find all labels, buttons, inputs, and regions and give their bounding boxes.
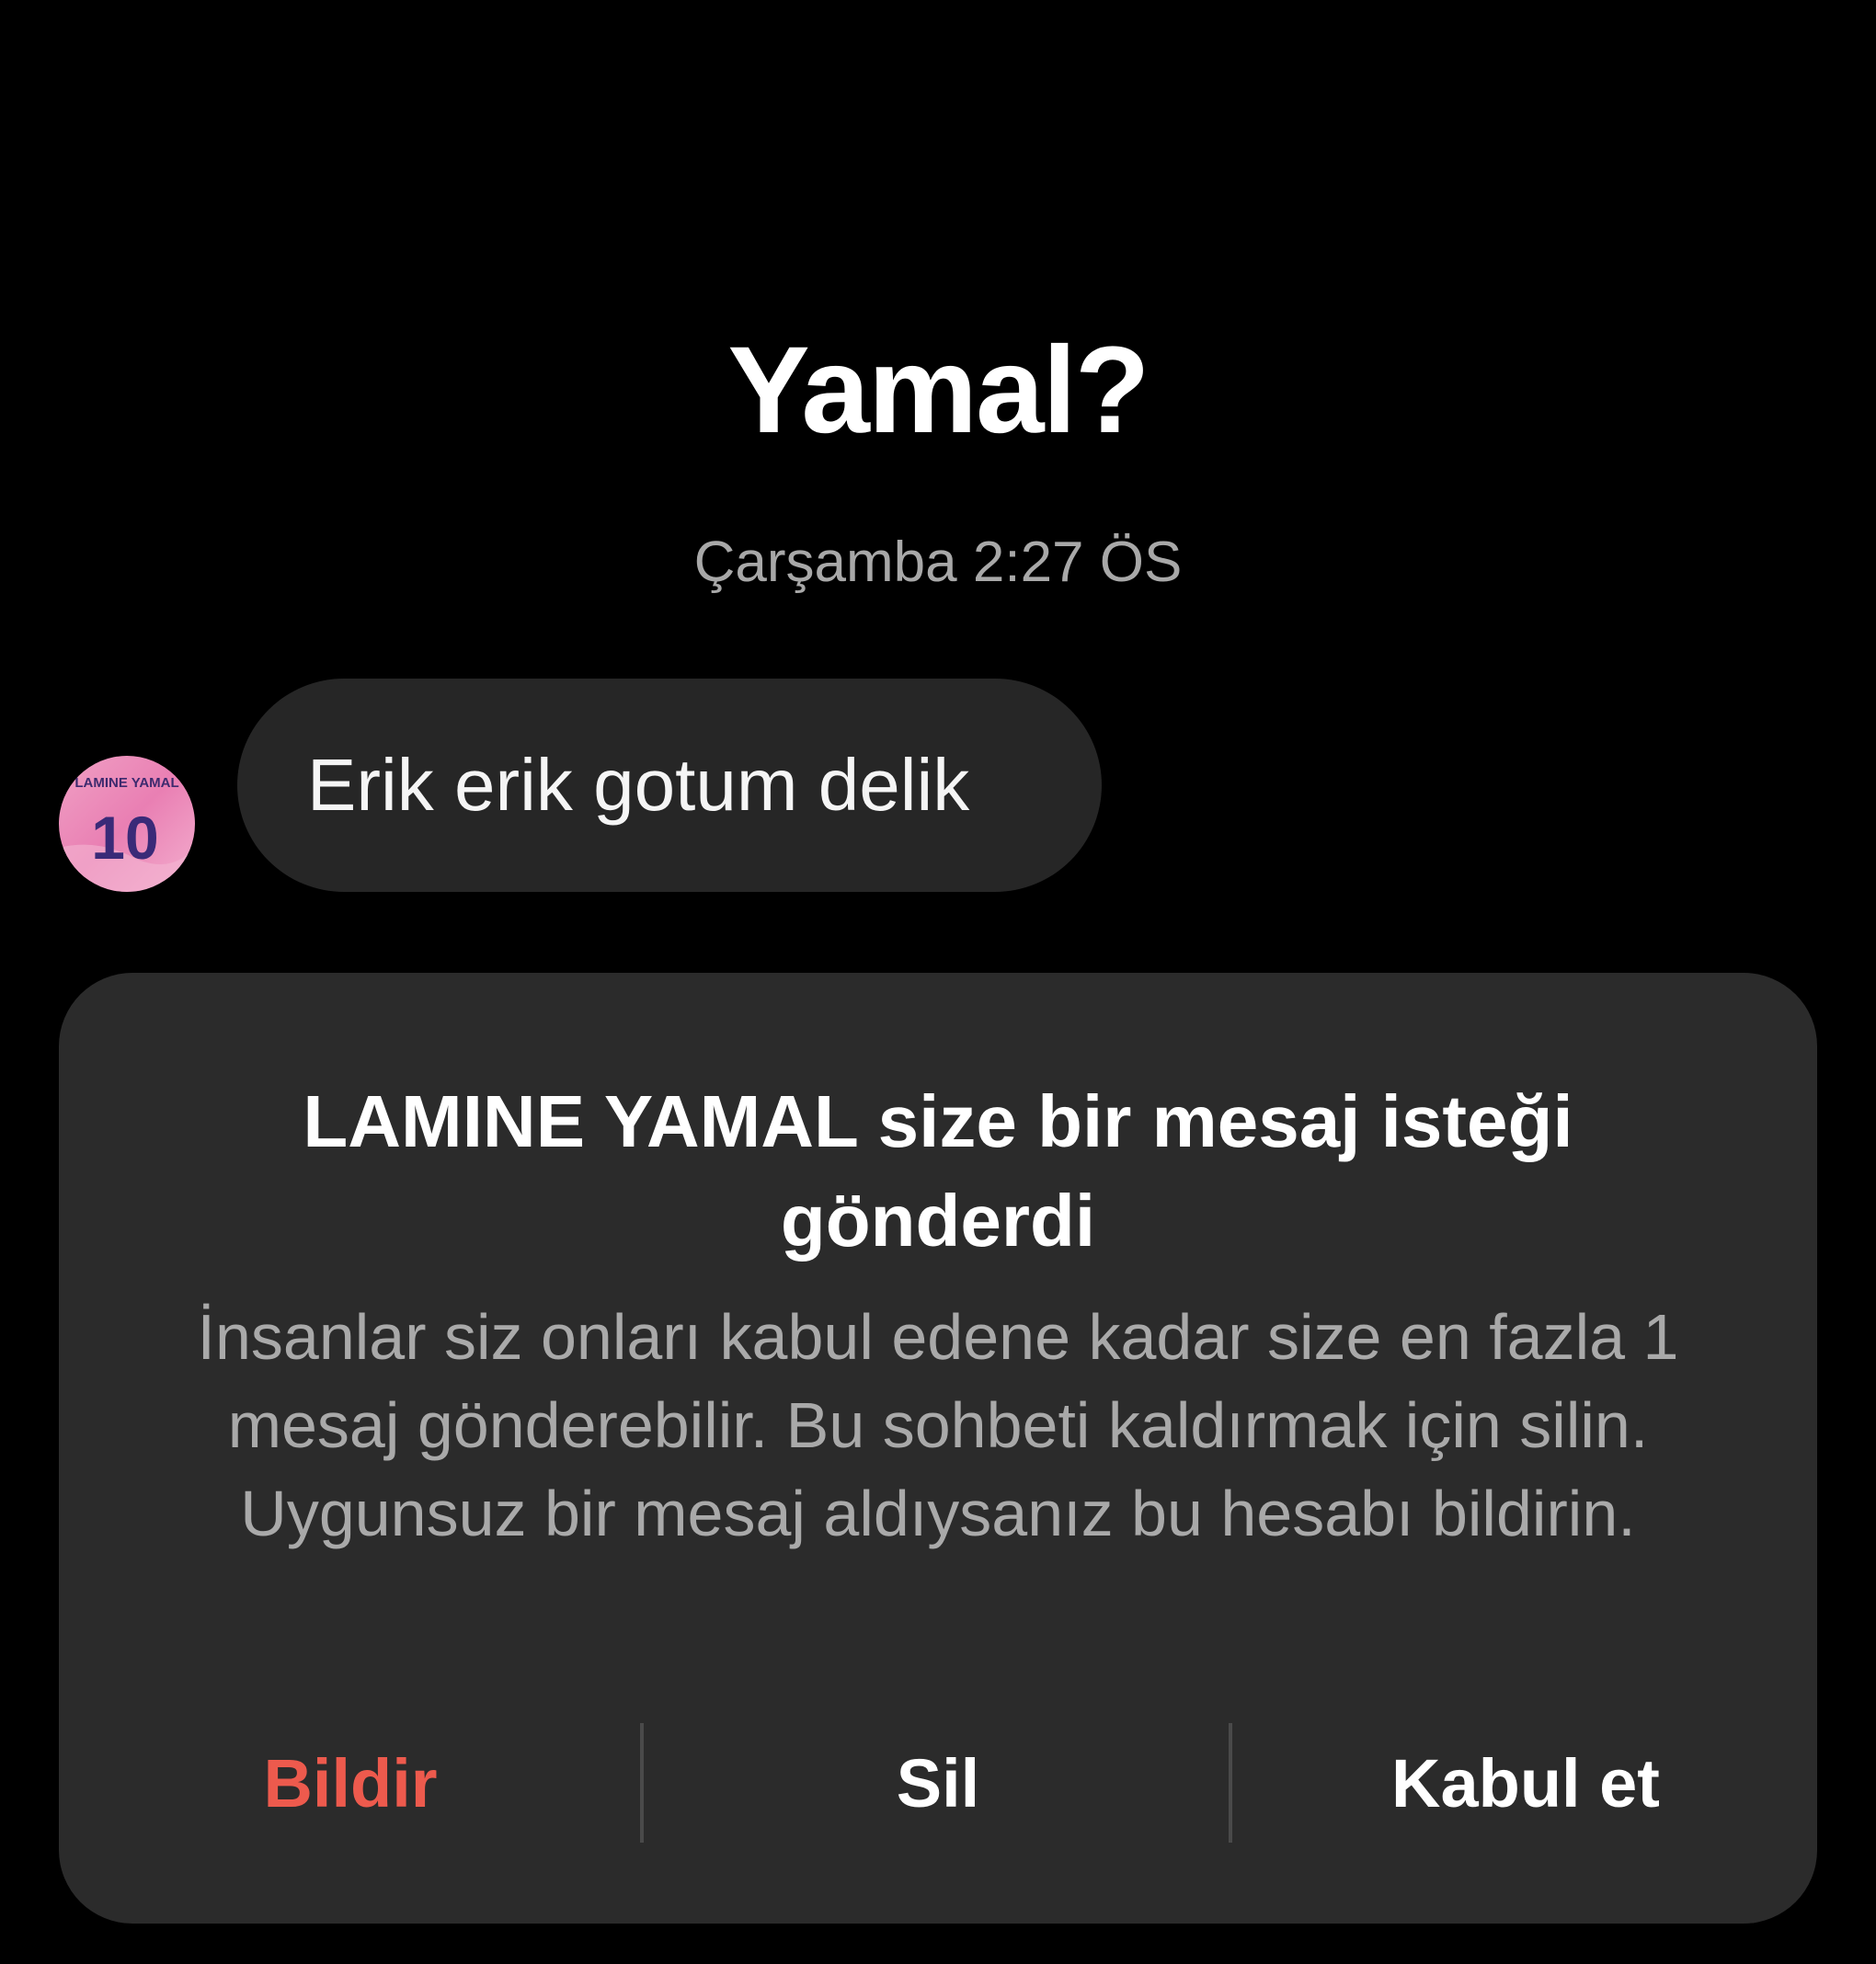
message-request-card: LAMINE YAMAL size bir mesaj isteği gönde… xyxy=(59,973,1817,1924)
action-divider xyxy=(1229,1723,1232,1843)
avatar-number: 10 xyxy=(91,804,158,872)
sender-avatar[interactable]: LAMINE YAMAL 10 xyxy=(59,756,195,892)
delete-button[interactable]: Sil xyxy=(644,1723,1232,1843)
big-message-text: Yamal? xyxy=(727,322,1150,459)
jersey-avatar-image: LAMINE YAMAL 10 xyxy=(59,756,195,892)
accept-button[interactable]: Kabul et xyxy=(1234,1723,1817,1843)
avatar-label: LAMINE YAMAL xyxy=(74,775,178,791)
message-bubble[interactable]: Erik erik gotum delik xyxy=(237,679,1102,892)
request-actions: Bildir Sil Kabul et xyxy=(59,1723,1817,1843)
request-description: İnsanlar siz onları kabul edene kadar si… xyxy=(197,1301,1679,1549)
message-timestamp: Çarşamba 2:27 ÖS xyxy=(693,531,1183,594)
report-button[interactable]: Bildir xyxy=(59,1723,642,1843)
message-text: Erik erik gotum delik xyxy=(307,744,970,826)
request-title: LAMINE YAMAL size bir mesaj isteği gönde… xyxy=(303,1080,1573,1262)
